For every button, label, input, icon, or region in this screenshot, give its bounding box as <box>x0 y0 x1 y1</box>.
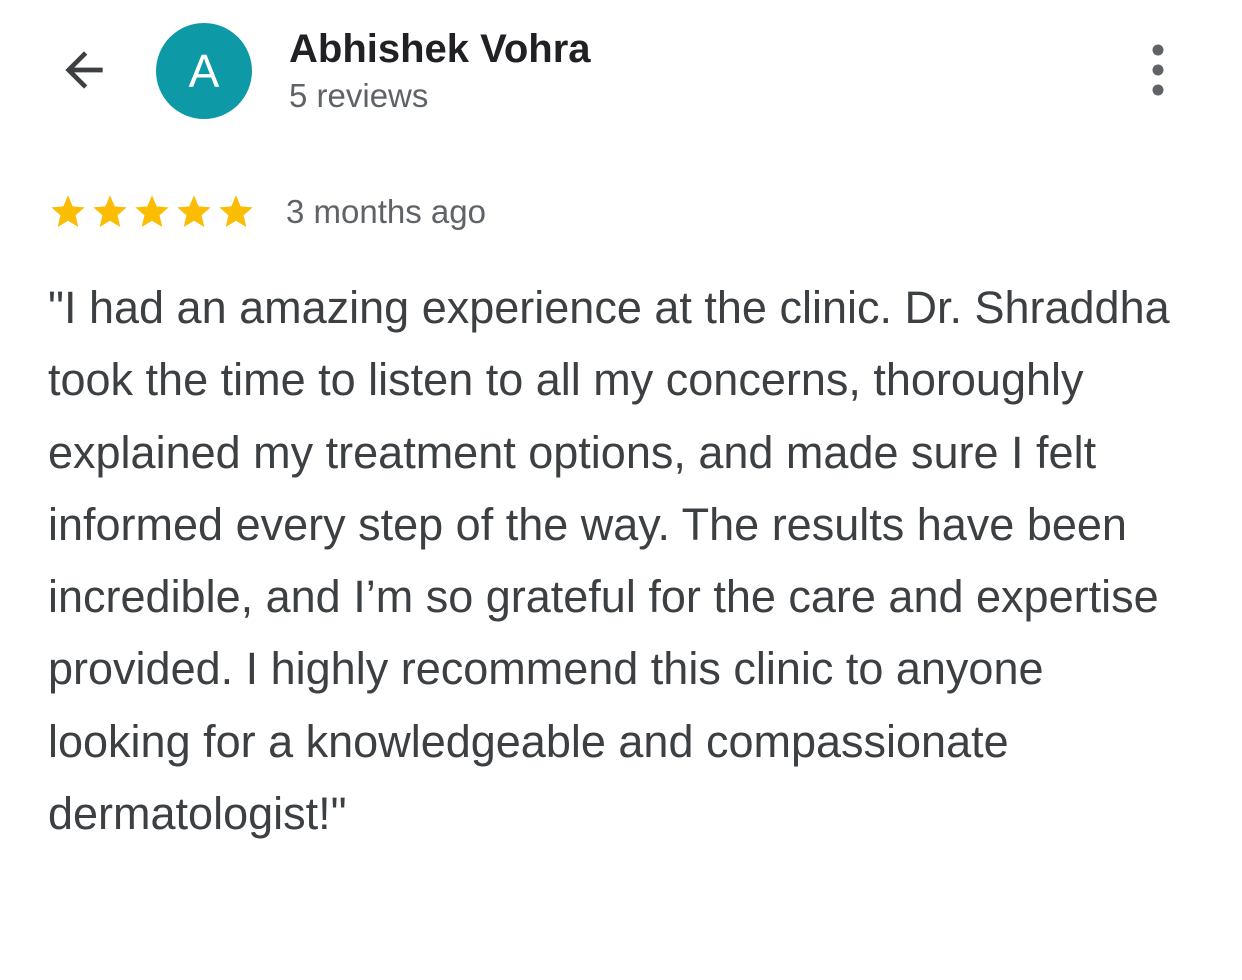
avatar-letter: A <box>188 45 220 97</box>
star-icon <box>177 195 211 227</box>
review-count: 5 reviews <box>289 77 429 114</box>
star-icon <box>219 195 253 227</box>
more-vertical-icon <box>1152 44 1164 96</box>
review-time: 3 months ago <box>286 193 486 230</box>
star-rating <box>48 192 256 232</box>
back-button[interactable] <box>50 36 118 104</box>
review-text: "I had an amazing experience at the clin… <box>48 282 1170 840</box>
avatar[interactable]: A <box>156 23 252 119</box>
review-header: A Abhishek Vohra 5 reviews <box>0 0 1242 140</box>
star-icon <box>93 195 127 227</box>
reviewer-name[interactable]: Abhishek Vohra <box>289 27 591 72</box>
rating-row: 3 months ago <box>48 190 486 234</box>
arrow-left-icon <box>65 51 103 89</box>
star-icon <box>135 195 169 227</box>
more-options-button[interactable] <box>1128 36 1188 104</box>
star-icon <box>51 195 85 227</box>
